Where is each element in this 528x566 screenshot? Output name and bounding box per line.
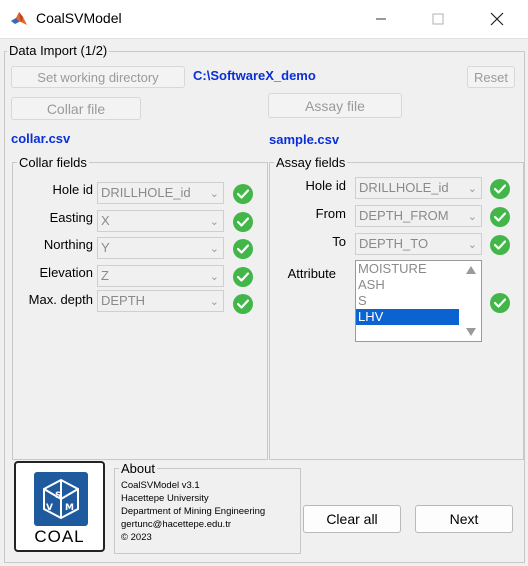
dropdown-value: DEPTH_FROM <box>359 208 449 223</box>
dropdown-value: DEPTH_TO <box>359 236 429 251</box>
check-icon <box>233 294 253 314</box>
assay-label-to: To <box>332 234 346 249</box>
window-title: CoalSVModel <box>36 10 122 26</box>
dropdown-value: DRILLHOLE_id <box>101 185 191 200</box>
about-line: © 2023 <box>121 532 152 543</box>
list-item[interactable]: MOISTURE <box>356 261 459 277</box>
about-line: Department of Mining Engineering <box>121 506 266 517</box>
chevron-down-icon: ⌄ <box>209 188 219 200</box>
about-line: Hacettepe University <box>121 493 209 504</box>
close-button[interactable] <box>486 8 508 30</box>
check-icon <box>490 179 510 199</box>
list-item[interactable]: S <box>356 293 459 309</box>
assay-file-name: sample.csv <box>269 132 340 147</box>
about-line: gertunc@hacettepe.edu.tr <box>121 519 231 530</box>
attribute-listbox[interactable]: MOISTURE ASH S LHV <box>355 260 482 342</box>
check-icon <box>233 239 253 259</box>
reset-button[interactable]: Reset <box>467 66 515 88</box>
dropdown-value: X <box>101 213 110 228</box>
about-line: CoalSVModel v3.1 <box>121 480 200 491</box>
next-button[interactable]: Next <box>415 505 513 533</box>
assay-label-hole-id: Hole id <box>305 178 346 193</box>
about-title: About <box>119 461 157 476</box>
chevron-down-icon: ⌄ <box>209 271 219 283</box>
listbox-scrollbar[interactable] <box>462 262 480 340</box>
logo-text: COAL <box>34 527 85 546</box>
collar-hole-id-dropdown[interactable]: DRILLHOLE_id ⌄ <box>97 182 224 204</box>
scroll-down-icon[interactable] <box>466 328 476 336</box>
data-import-title: Data Import (1/2) <box>7 43 110 58</box>
check-icon <box>490 293 510 313</box>
list-item-selected[interactable]: LHV <box>356 309 459 325</box>
maximize-icon <box>432 13 444 25</box>
coal-logo: S V M COAL <box>14 461 105 552</box>
assay-from-dropdown[interactable]: DEPTH_FROM ⌄ <box>355 205 482 227</box>
dropdown-value: Y <box>101 240 110 255</box>
collar-label-elevation: Elevation <box>39 265 93 280</box>
chevron-down-icon: ⌄ <box>209 216 219 228</box>
collar-northing-dropdown[interactable]: Y ⌄ <box>97 237 224 259</box>
minimize-button[interactable] <box>370 8 392 30</box>
assay-hole-id-dropdown[interactable]: DRILLHOLE_id ⌄ <box>355 177 482 199</box>
about-text: CoalSVModel v3.1 Hacettepe University De… <box>121 479 265 544</box>
collar-easting-dropdown[interactable]: X ⌄ <box>97 210 224 232</box>
close-icon <box>490 12 504 26</box>
collar-elevation-dropdown[interactable]: Z ⌄ <box>97 265 224 287</box>
working-directory-path: C:\SoftwareX_demo <box>193 68 316 83</box>
collar-file-button[interactable]: Collar file <box>11 97 141 120</box>
chevron-down-icon: ⌄ <box>209 296 219 308</box>
collar-label-easting: Easting <box>49 210 93 225</box>
check-icon <box>490 235 510 255</box>
list-item[interactable]: ASH <box>356 277 459 293</box>
clear-all-button[interactable]: Clear all <box>303 505 401 533</box>
collar-label-northing: Northing <box>43 237 93 252</box>
maximize-button[interactable] <box>427 8 449 30</box>
collar-label-max-depth: Max. depth <box>28 292 93 307</box>
chevron-down-icon: ⌄ <box>467 211 477 223</box>
assay-fields-title: Assay fields <box>274 155 348 170</box>
matlab-icon <box>11 12 27 25</box>
assay-file-button[interactable]: Assay file <box>268 93 402 118</box>
assay-label-from: From <box>315 206 346 221</box>
assay-to-dropdown[interactable]: DEPTH_TO ⌄ <box>355 233 482 255</box>
scroll-up-icon[interactable] <box>466 266 476 274</box>
svg-text:V: V <box>46 503 53 513</box>
svm-cube-icon: S V M <box>34 472 88 526</box>
title-bar: CoalSVModel <box>0 0 528 39</box>
set-working-directory-button[interactable]: Set working directory <box>11 66 185 88</box>
chevron-down-icon: ⌄ <box>467 183 477 195</box>
collar-label-hole-id: Hole id <box>52 182 93 197</box>
collar-file-name: collar.csv <box>11 131 71 146</box>
chevron-down-icon: ⌄ <box>467 239 477 251</box>
check-icon <box>233 184 253 204</box>
collar-max-depth-dropdown[interactable]: DEPTH ⌄ <box>97 290 224 312</box>
assay-label-attribute: Attribute <box>287 266 336 281</box>
svg-text:S: S <box>55 491 61 501</box>
svg-text:M: M <box>65 503 74 513</box>
check-icon <box>233 267 253 287</box>
dropdown-value: Z <box>101 268 109 283</box>
collar-fields-title: Collar fields <box>17 155 89 170</box>
check-icon <box>490 207 510 227</box>
dropdown-value: DRILLHOLE_id <box>359 180 449 195</box>
chevron-down-icon: ⌄ <box>209 243 219 255</box>
minimize-icon <box>376 18 386 20</box>
dropdown-value: DEPTH <box>101 293 146 308</box>
check-icon <box>233 212 253 232</box>
